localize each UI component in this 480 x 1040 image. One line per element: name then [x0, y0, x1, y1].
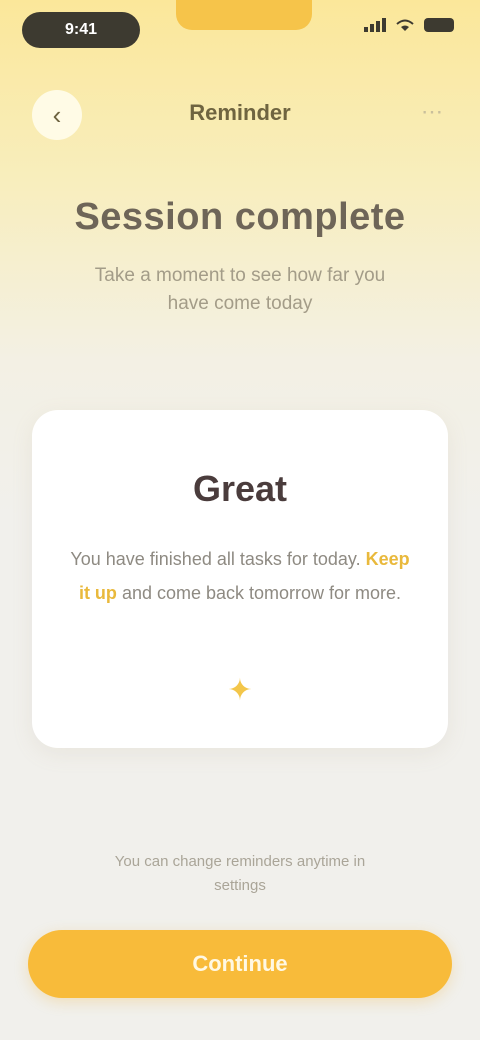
status-icons: [364, 18, 454, 32]
chevron-left-icon: ‹: [52, 99, 62, 130]
page-subtitle: Take a moment to see how far you have co…: [94, 265, 386, 314]
page-title: Session complete: [74, 196, 406, 238]
signal-icon: [364, 18, 386, 32]
info-card: Great You have finished all tasks for to…: [32, 410, 448, 748]
more-icon: ⋯: [421, 99, 443, 124]
nav-title: Reminder: [189, 100, 291, 125]
dynamic-island: [176, 0, 312, 30]
status-time: 9:41: [22, 12, 140, 48]
back-button[interactable]: ‹: [32, 90, 82, 140]
nav-bar: ‹ Reminder ⋯: [0, 70, 480, 150]
more-button[interactable]: ⋯: [418, 98, 446, 126]
status-bar: 9:41: [0, 0, 480, 60]
wifi-icon: [394, 18, 416, 32]
sun-icon: ✦: [227, 673, 253, 707]
card-body-suffix: and come back tomorrow for more.: [121, 583, 402, 603]
footer-note: You can change reminders anytime in sett…: [114, 853, 366, 894]
card-body: You have finished all tasks for today. K…: [68, 542, 412, 610]
battery-icon: [424, 18, 454, 32]
card-heading: Great: [192, 468, 288, 509]
continue-button[interactable]: Continue: [28, 930, 452, 998]
card-body-prefix: You have finished all tasks for today.: [70, 549, 361, 569]
